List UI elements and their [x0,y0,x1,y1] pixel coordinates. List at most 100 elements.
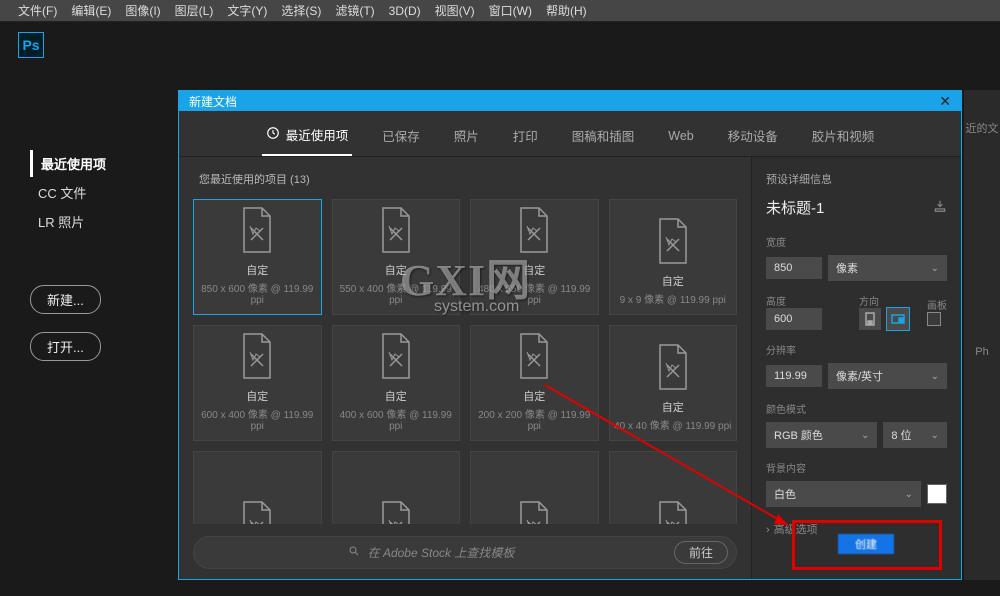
tab-recent[interactable]: 最近使用项 [262,121,353,156]
stock-search-bar: 在 Adobe Stock 上查找模板 前往 [193,536,737,569]
left-item-recent[interactable]: 最近使用项 [30,150,106,177]
bg-value: 白色 [774,486,796,502]
menu-help[interactable]: 帮助(H) [546,2,587,19]
width-unit-select[interactable]: 像素 ⌄ [828,255,947,281]
chevron-down-icon: ⌄ [931,430,939,441]
left-item-ccfiles[interactable]: CC 文件 [30,179,106,206]
details-heading: 预设详细信息 [766,171,947,187]
document-icon [238,500,276,524]
preset-card[interactable]: 自定 850 x 600 像素 @ 119.99 ppi [193,199,322,315]
home-left-panel: 最近使用项 CC 文件 LR 照片 新建... 打开... [30,150,106,361]
left-item-lrphotos[interactable]: LR 照片 [30,208,106,235]
preset-dimensions: 40 x 40 像素 @ 119.99 ppi [614,417,731,432]
colormode-select[interactable]: RGB 颜色 ⌄ [766,422,877,448]
document-icon [238,332,276,380]
right-strip-bottom: Ph [964,346,1000,358]
presets-heading: 您最近使用的项目 (13) [193,171,737,187]
document-icon [238,206,276,254]
preset-label: 自定 [662,273,684,289]
preset-card[interactable]: 自定 400 x 600 像素 @ 119.99 ppi [332,325,461,441]
open-button[interactable]: 打开... [30,332,101,361]
preset-card[interactable]: 自定 550 x 400 像素 @ 119.99 ppi [332,199,461,315]
document-icon [654,217,692,265]
chevron-down-icon: ⌄ [905,489,913,500]
preset-card[interactable]: 自定 480 x 550 像素 @ 119.99 ppi [470,199,599,315]
width-input[interactable]: 850 [766,257,822,279]
bits-select[interactable]: 8 位 ⌄ [883,422,947,448]
menu-filter[interactable]: 滤镜(T) [335,2,374,19]
artboard-checkbox[interactable] [927,312,941,326]
preset-label: 自定 [523,262,545,278]
height-input[interactable]: 600 [766,308,822,330]
menu-layer[interactable]: 图层(L) [175,2,214,19]
chevron-down-icon: ⌄ [931,263,939,274]
tab-photo[interactable]: 照片 [450,121,483,156]
doc-name[interactable]: 未标题-1 [766,197,824,218]
tab-art[interactable]: 图稿和插图 [568,121,639,156]
orient-portrait[interactable] [859,308,881,330]
menu-view[interactable]: 视图(V) [435,2,475,19]
bg-select[interactable]: 白色 ⌄ [766,481,921,507]
preset-details-panel: 预设详细信息 未标题-1 宽度 850 像素 ⌄ 高度 600 [751,157,961,579]
search-icon [348,545,360,560]
preset-card[interactable]: 自定 40 x 40 像素 @ 119.99 ppi [609,325,738,441]
chevron-down-icon: ⌄ [931,371,939,382]
new-document-dialog: 新建文档 ✕ 最近使用项 已保存 照片 打印 图稿和插图 Web 移动设备 胶片… [178,90,962,580]
document-icon [377,500,415,524]
preset-card[interactable]: 自定 9 x 9 像素 @ 119.99 ppi [609,199,738,315]
res-input[interactable]: 119.99 [766,365,822,387]
colormode-value: RGB 颜色 [774,427,823,443]
bits-value: 8 位 [891,427,911,443]
tab-mobile[interactable]: 移动设备 [724,121,782,156]
height-label: 高度 [766,293,841,308]
tab-print[interactable]: 打印 [509,121,542,156]
preset-card[interactable] [332,451,461,524]
right-strip: 近的文 Ph [964,90,1000,580]
close-icon[interactable]: ✕ [939,93,951,110]
preset-card[interactable]: 自定 200 x 200 像素 @ 119.99 ppi [470,325,599,441]
menu-window[interactable]: 窗口(W) [489,2,532,19]
tab-recent-label: 最近使用项 [286,125,349,144]
preset-dimensions: 400 x 600 像素 @ 119.99 ppi [337,406,456,432]
dialog-title-text: 新建文档 [189,93,237,110]
preset-grid: 自定 850 x 600 像素 @ 119.99 ppi 自定 550 x 40… [193,199,737,524]
preset-card[interactable]: 自定 600 x 400 像素 @ 119.99 ppi [193,325,322,441]
preset-dimensions: 200 x 200 像素 @ 119.99 ppi [475,406,594,432]
preset-dimensions: 600 x 400 像素 @ 119.99 ppi [198,406,317,432]
preset-card[interactable] [470,451,599,524]
menu-file[interactable]: 文件(F) [18,2,57,19]
chevron-down-icon: ⌄ [861,430,869,441]
tab-saved[interactable]: 已保存 [378,121,424,156]
menubar: 文件(F) 编辑(E) 图像(I) 图层(L) 文字(Y) 选择(S) 滤镜(T… [0,0,1000,22]
preset-dimensions: 850 x 600 像素 @ 119.99 ppi [198,280,317,306]
new-button[interactable]: 新建... [30,285,101,314]
save-preset-icon[interactable] [933,199,947,217]
width-unit-value: 像素 [836,260,858,276]
res-unit-value: 像素/英寸 [836,368,883,384]
menu-select[interactable]: 选择(S) [281,2,321,19]
preset-card[interactable] [609,451,738,524]
width-label: 宽度 [766,234,947,249]
menu-image[interactable]: 图像(I) [125,2,160,19]
menu-edit[interactable]: 编辑(E) [71,2,111,19]
menu-type[interactable]: 文字(Y) [227,2,267,19]
document-icon [515,332,553,380]
stock-placeholder[interactable]: 在 Adobe Stock 上查找模板 [368,544,515,561]
preset-label: 自定 [523,388,545,404]
chevron-right-icon: › [766,524,770,536]
dialog-tabs: 最近使用项 已保存 照片 打印 图稿和插图 Web 移动设备 胶片和视频 [179,111,961,157]
bg-swatch[interactable] [927,484,947,504]
res-unit-select[interactable]: 像素/英寸 ⌄ [828,363,947,389]
orient-landscape[interactable] [887,308,909,330]
tab-film[interactable]: 胶片和视频 [808,121,879,156]
document-icon [654,343,692,391]
menu-3d[interactable]: 3D(D) [389,4,421,18]
preset-label: 自定 [246,388,268,404]
document-icon [377,332,415,380]
preset-label: 自定 [662,399,684,415]
stock-go-button[interactable]: 前往 [674,541,728,564]
tab-web[interactable]: Web [664,121,697,156]
create-button[interactable]: 创建 [838,534,894,554]
res-label: 分辨率 [766,342,947,357]
preset-card[interactable] [193,451,322,524]
